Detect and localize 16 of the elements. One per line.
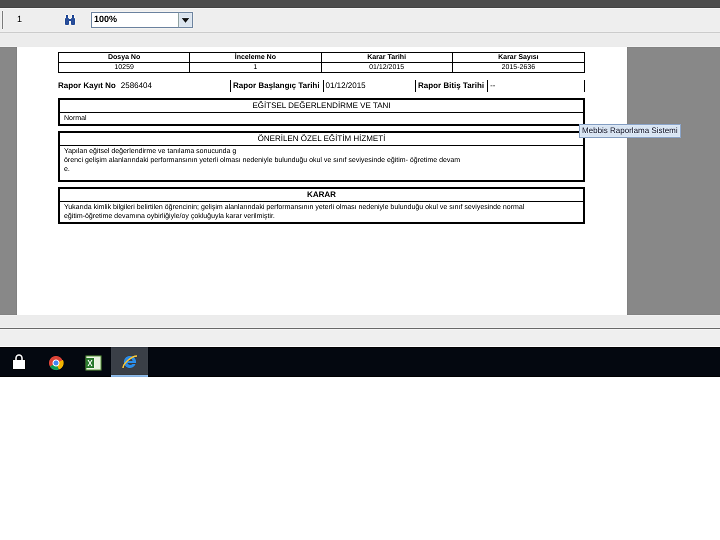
section-heading: ÖNERİLEN ÖZEL EĞİTİM HİZMETİ	[60, 133, 583, 146]
zoom-dropdown[interactable]: 100%	[91, 12, 193, 28]
section-heading: KARAR	[60, 189, 583, 202]
field-value: --	[487, 80, 496, 92]
spreadsheet-icon	[84, 353, 102, 371]
field-value: 01/12/2015	[322, 80, 366, 92]
caret-icon	[178, 13, 192, 27]
field-value: 2586404	[120, 80, 152, 92]
section-heading: EĞİTSEL DEĞERLENDİRME VE TANI	[60, 100, 583, 113]
chrome-icon	[46, 353, 64, 371]
field-label: Rapor Kayıt No	[58, 80, 116, 92]
page-number-field[interactable]: 1	[2, 11, 52, 29]
binoculars-icon[interactable]	[64, 14, 76, 26]
field-label: Rapor Bitiş Tarihi	[418, 80, 484, 92]
tooltip: Mebbis Raporlama Sistemi	[579, 124, 681, 138]
field-label: Rapor Başlangıç Tarihi	[233, 80, 320, 92]
